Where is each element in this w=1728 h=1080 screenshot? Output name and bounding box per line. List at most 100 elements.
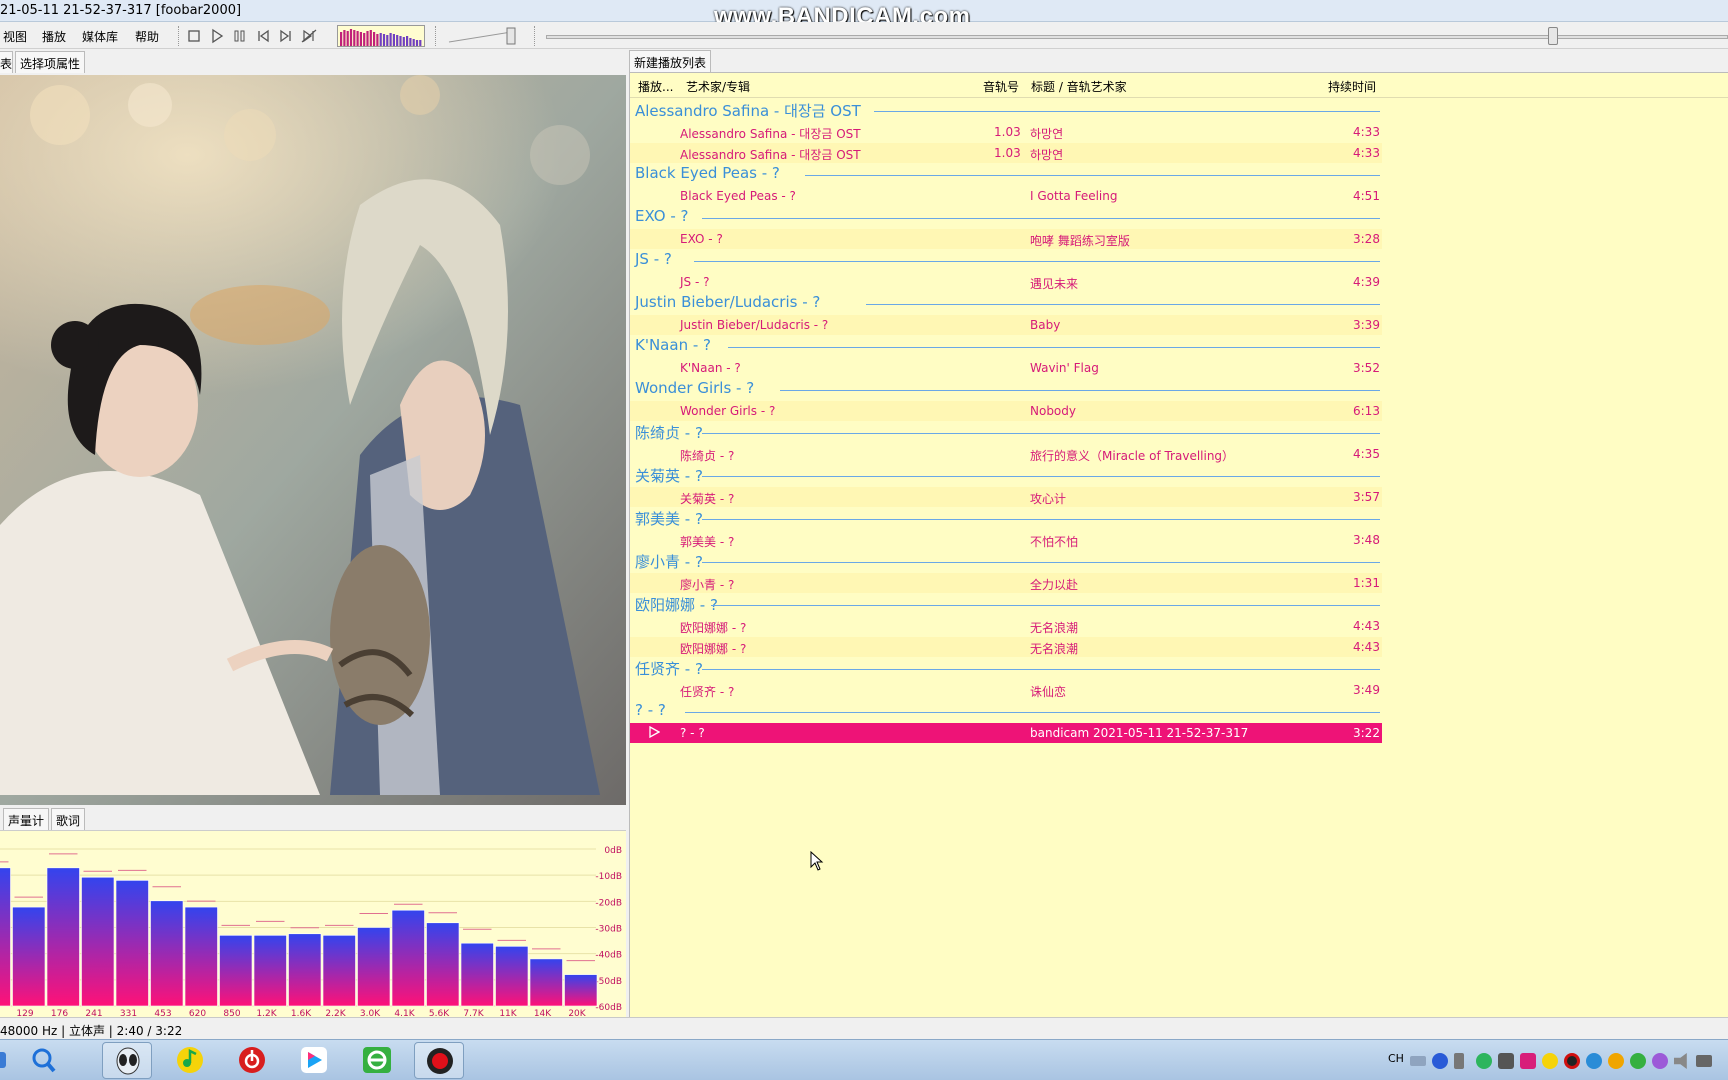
track-title: Nobody (1030, 404, 1076, 418)
playlist-row[interactable]: 欧阳娜娜 - ? 无名浪潮 4:43 (630, 616, 1382, 636)
spectrum-bar (288, 933, 322, 1007)
tray-app-icon[interactable] (1652, 1053, 1668, 1069)
tray-app-icon[interactable] (1586, 1053, 1602, 1069)
search-app[interactable] (22, 1042, 62, 1079)
menu-view[interactable]: 视图 (3, 28, 27, 45)
playlist-group-header[interactable]: K'Naan - ? (635, 336, 711, 358)
track-artist-album: 欧阳娜娜 - ? (680, 621, 747, 635)
mini-spectrum-bar (396, 35, 399, 46)
random-icon[interactable] (300, 28, 318, 44)
playlist-row[interactable]: Justin Bieber/Ludacris - ? Baby 3:39 (630, 315, 1382, 335)
column-track-number[interactable]: 音轨号 (983, 78, 1019, 95)
tray-app-icon[interactable] (1520, 1053, 1536, 1069)
playlist-group-header[interactable]: ? - ? (635, 701, 666, 723)
tray-app-icon[interactable] (1630, 1053, 1646, 1069)
tab-selection-properties[interactable]: 选择项属性 (15, 51, 86, 73)
taskbar-youku[interactable] (289, 1042, 339, 1079)
playlist-group-header[interactable]: JS - ? (635, 250, 672, 272)
tray-app-icon[interactable] (1608, 1053, 1624, 1069)
settings-icon[interactable] (1454, 1053, 1464, 1069)
menu-playback[interactable]: 播放 (42, 28, 66, 45)
play-icon[interactable] (208, 28, 226, 44)
input-language-indicator[interactable]: CH (1388, 1052, 1408, 1068)
playlist-row[interactable]: Black Eyed Peas - ? I Gotta Feeling 4:51 (630, 186, 1382, 206)
mini-spectrum-bar (415, 40, 419, 46)
mini-spectrum-bar (379, 33, 382, 46)
keyboard-icon[interactable] (1410, 1056, 1426, 1066)
playlist-group-header[interactable]: 陈绮贞 - ? (635, 422, 703, 444)
playlist-row[interactable]: 郭美美 - ? 不怕不怕 3:48 (630, 530, 1382, 550)
track-artist-album: ? - ? (680, 726, 705, 740)
group-divider-line (711, 605, 1380, 606)
tab-volume-meter[interactable]: 声量计 (3, 808, 50, 830)
mini-spectrum-bar (369, 30, 372, 46)
db-label: -50dB (595, 977, 622, 987)
playlist-row[interactable]: EXO - ? 咆哮 舞蹈练习室版 3:28 (630, 229, 1382, 249)
spectrum-bar (391, 909, 425, 1007)
menu-library[interactable]: 媒体库 (82, 28, 118, 45)
playlist-row[interactable]: 廖小青 - ? 全力以赴 1:31 (630, 573, 1382, 593)
mouse-cursor-icon (810, 851, 824, 871)
playlist-group-header[interactable]: 廖小青 - ? (635, 551, 703, 573)
volume-slider[interactable] (445, 26, 521, 46)
playlist-row[interactable]: K'Naan - ? Wavin' Flag 3:52 (630, 358, 1382, 378)
taskbar-browser[interactable] (352, 1042, 402, 1079)
playlist-row[interactable]: JS - ? 遇见未来 4:39 (630, 272, 1382, 292)
seek-thumb[interactable] (1548, 27, 1558, 45)
group-divider-line (702, 669, 1380, 670)
track-duration: 4:33 (1353, 146, 1380, 160)
help-icon[interactable] (1432, 1053, 1448, 1069)
taskbar-bandicam[interactable] (414, 1042, 464, 1079)
tab-new-playlist[interactable]: 新建播放列表 (629, 50, 712, 72)
tab-list[interactable]: 表 (0, 51, 13, 73)
track-title: 不怕不怕 (1030, 535, 1079, 549)
taskbar-netease-music[interactable] (227, 1042, 277, 1079)
playlist-group-header[interactable]: Black Eyed Peas - ? (635, 164, 780, 186)
track-duration: 6:13 (1353, 404, 1380, 418)
playlist-group-header[interactable]: EXO - ? (635, 207, 689, 229)
taskbar-alien-app[interactable] (102, 1042, 152, 1079)
mini-spectrum-bar (343, 30, 346, 46)
playlist-group-header[interactable]: 欧阳娜娜 - ? (635, 594, 718, 616)
record-status-icon[interactable] (1564, 1053, 1580, 1069)
track-title: Baby (1030, 318, 1061, 332)
spectrum-analyzer: 0dB -10dB -20dB -30dB -40dB -50dB -60dB 129 176 2… (0, 830, 626, 1018)
netease-music-icon (239, 1047, 265, 1073)
playlist-group-header[interactable]: Alessandro Safina - 대장금 OST (635, 100, 861, 122)
start-button-icon[interactable] (0, 1052, 6, 1068)
playlist-row-now-playing[interactable]: ? - ? bandicam 2021-05-11 21-52-37-317 3:2… (630, 723, 1382, 743)
next-icon[interactable] (277, 28, 295, 44)
taskbar-qq-music[interactable] (165, 1042, 215, 1079)
playlist-row[interactable]: Alessandro Safina - 대장금 OST 1.03 하망연 4:33 (630, 122, 1382, 142)
column-playing[interactable]: 播放... (638, 78, 673, 95)
playlist-group-header[interactable]: 任贤齐 - ? (635, 658, 703, 680)
group-divider-line (702, 433, 1380, 434)
playlist-row[interactable]: 欧阳娜娜 - ? 无名浪潮 4:43 (630, 637, 1382, 657)
playlist-row[interactable]: Alessandro Safina - 대장금 OST 1.03 하망연 4:33 (630, 143, 1382, 163)
volume-icon[interactable] (1674, 1053, 1687, 1069)
tray-app-icon[interactable] (1498, 1053, 1514, 1069)
security-icon[interactable] (1476, 1053, 1492, 1069)
group-divider-line (866, 304, 1380, 305)
menu-help[interactable]: 帮助 (135, 28, 159, 45)
stop-icon[interactable] (185, 28, 203, 44)
previous-icon[interactable] (254, 28, 272, 44)
playlist-group-header[interactable]: 郭美美 - ? (635, 508, 703, 530)
column-title-artist[interactable]: 标题 / 音轨艺术家 (1031, 78, 1127, 95)
pause-icon[interactable] (231, 28, 249, 44)
network-icon[interactable] (1696, 1055, 1712, 1067)
tab-lyrics[interactable]: 歌词 (51, 808, 86, 830)
track-duration: 3:28 (1353, 232, 1380, 246)
playlist-row[interactable]: 任贤齐 - ? 诛仙恋 3:49 (630, 680, 1382, 700)
track-title: 하망연 (1030, 127, 1064, 141)
column-duration[interactable]: 持续时间 (1328, 78, 1376, 95)
playlist-group-header[interactable]: Justin Bieber/Ludacris - ? (635, 293, 820, 315)
playlist-row[interactable]: 关菊英 - ? 攻心计 3:57 (630, 487, 1382, 507)
db-label: -40dB (595, 951, 622, 961)
column-artist-album[interactable]: 艺术家/专辑 (686, 78, 750, 95)
playlist-group-header[interactable]: Wonder Girls - ? (635, 379, 754, 401)
playlist-row[interactable]: Wonder Girls - ? Nobody 6:13 (630, 401, 1382, 421)
tray-app-icon[interactable] (1542, 1053, 1558, 1069)
playlist-group-header[interactable]: 关菊英 - ? (635, 465, 703, 487)
playlist-row[interactable]: 陈绮贞 - ? 旅行的意义（Miracle of Travelling） 4:35 (630, 444, 1382, 464)
